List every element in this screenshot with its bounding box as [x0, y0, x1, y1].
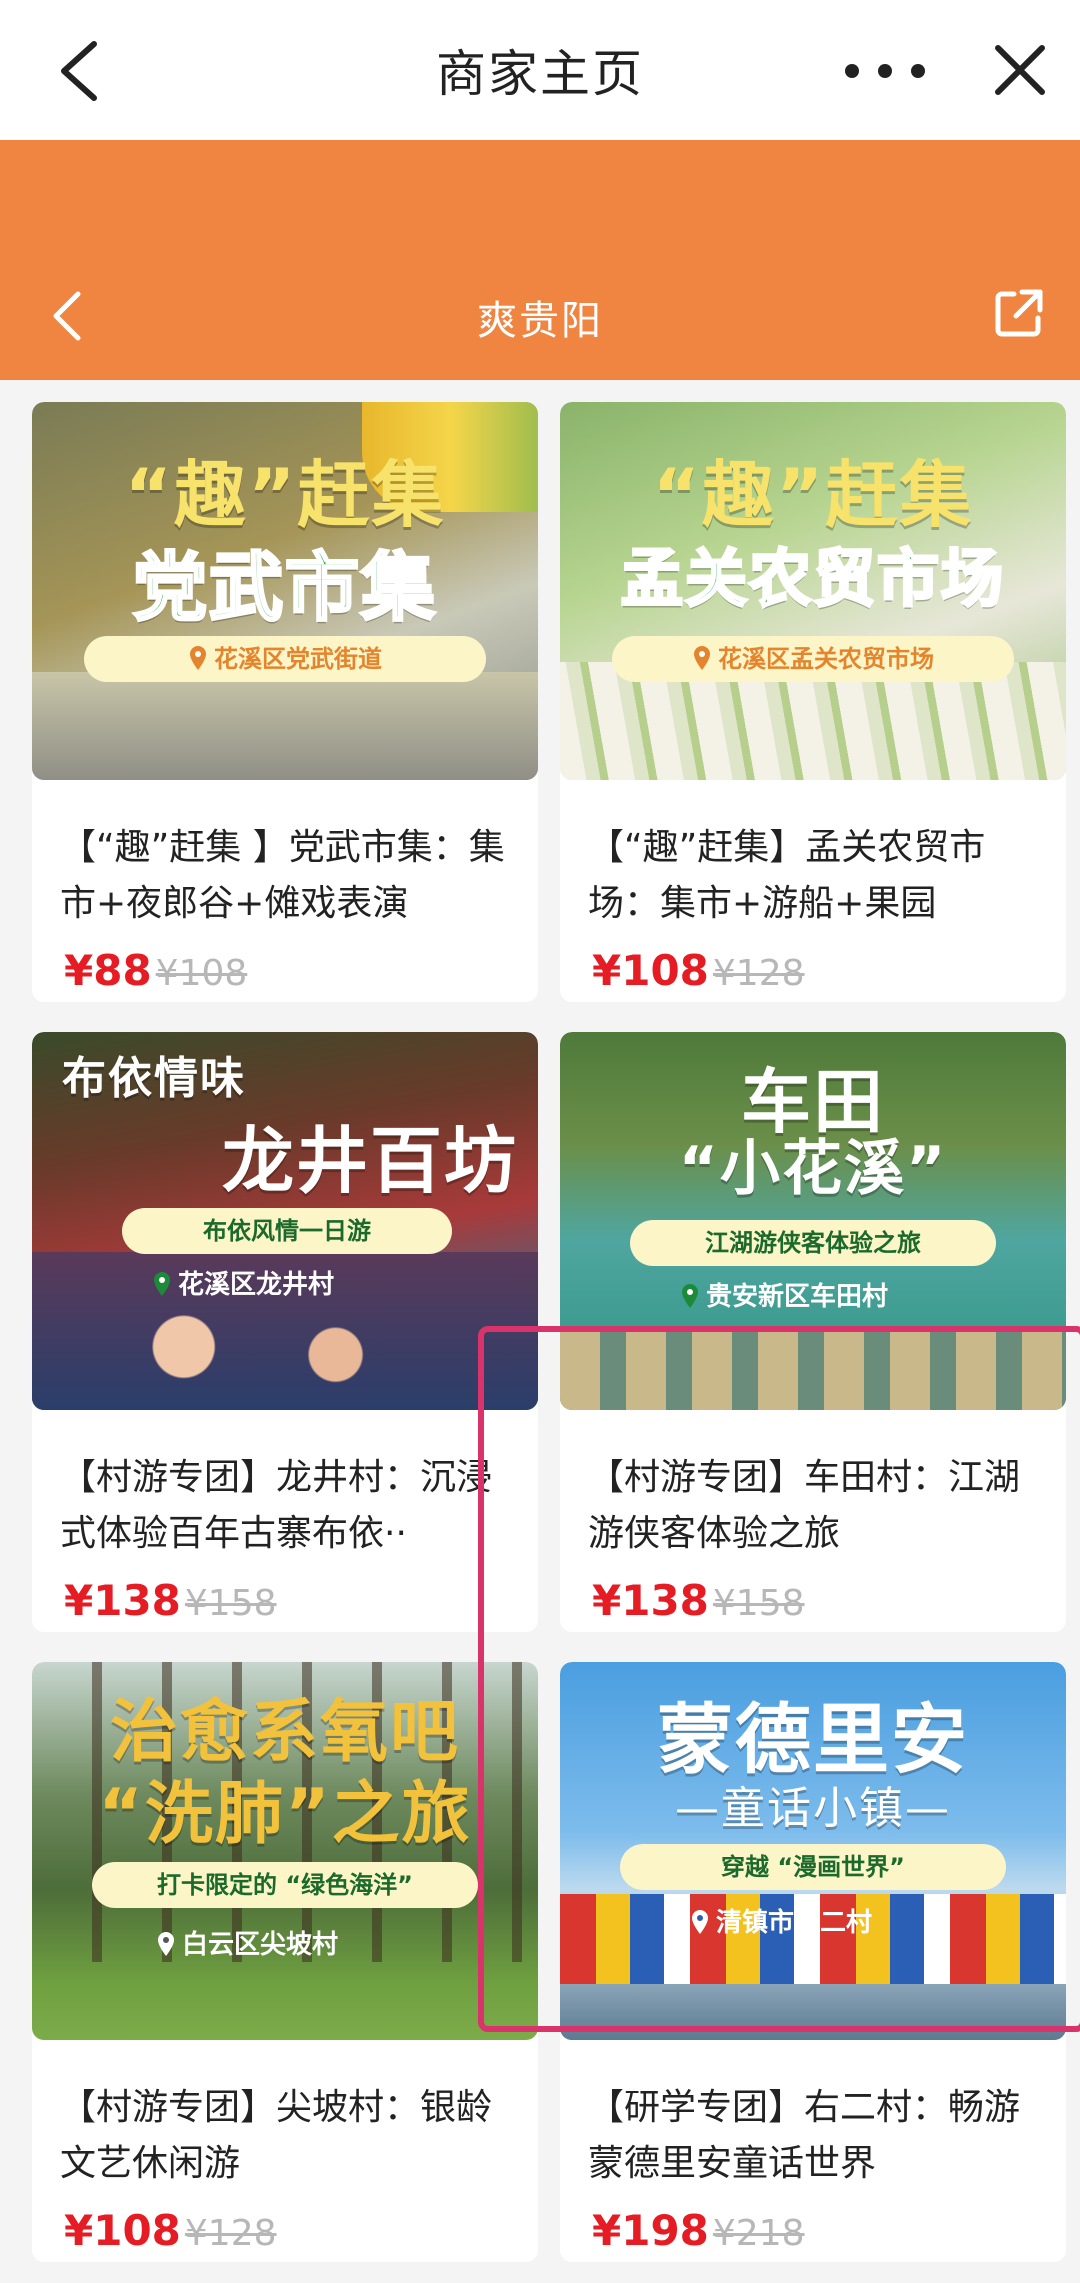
original-price: ¥128 — [712, 953, 805, 994]
poster-location: 花溪区龙井村 — [152, 1264, 334, 1301]
poster-title: 布依情味 — [62, 1053, 246, 1104]
product-image: 布依情味 龙井百坊 布依风情一日游 花溪区龙井村 — [32, 1032, 538, 1410]
product-card[interactable]: 车田 “小花溪” 江湖游侠客体验之旅 贵安新区车田村 【村游专团】车田村：江湖游… — [560, 1032, 1066, 1632]
poster-location-pill: 花溪区党武街道 — [84, 636, 486, 682]
poster-subtitle: 龙井百坊 — [221, 1119, 518, 1203]
product-title: 【村游专团】龙井村：沉浸式体验百年古寨布依·· — [60, 1457, 493, 1554]
product-card[interactable]: “趣”赶集 孟关农贸市场 花溪区孟关农贸市场 【“趣”赶集】孟关农贸市场：集市+… — [560, 402, 1066, 1002]
product-image: “趣”赶集 孟关农贸市场 花溪区孟关农贸市场 — [560, 402, 1066, 780]
poster-location: 贵安新区车田村 — [680, 1276, 888, 1313]
top-nav-bar: 商家主页 — [0, 0, 1080, 140]
product-card[interactable]: 蒙德里安 —童话小镇— 穿越 “漫画世界” 清镇市右二村 【研学专团】右二村：畅… — [560, 1662, 1066, 2262]
original-price: ¥108 — [155, 953, 248, 994]
product-card[interactable]: 治愈系氧吧 “洗肺”之旅 打卡限定的 “绿色海洋” 白云区尖坡村 【村游专团】尖… — [32, 1662, 538, 2262]
location-pin-icon — [190, 646, 206, 670]
product-title: 【研学专团】右二村：畅游蒙德里安童话世界 — [588, 2087, 1021, 2184]
poster-subtitle: 党武市集 — [132, 544, 437, 633]
product-card[interactable]: 布依情味 龙井百坊 布依风情一日游 花溪区龙井村 【村游专团】龙井村：沉浸式体验… — [32, 1032, 538, 1632]
poster-theme-pill: 穿越 “漫画世界” — [620, 1844, 1006, 1890]
poster-subtitle: —童话小镇— — [675, 1783, 951, 1834]
product-card[interactable]: “趣”赶集 党武市集 花溪区党武街道 【“趣”赶集 】党武市集：集市+夜郎谷+傩… — [32, 402, 538, 1002]
poster-subtitle: “洗肺”之旅 — [98, 1775, 472, 1854]
close-icon[interactable] — [990, 40, 1050, 100]
location-pin-icon — [692, 1910, 708, 1934]
poster-theme-pill: 江湖游侠客体验之旅 — [630, 1220, 996, 1266]
poster-location-pill: 花溪区孟关农贸市场 — [612, 636, 1014, 682]
product-title: 【村游专团】尖坡村：银龄文艺休闲游 — [60, 2087, 493, 2184]
original-price: ¥158 — [712, 1583, 805, 1624]
original-price: ¥128 — [184, 2213, 277, 2254]
product-price: ¥88 ¥108 — [64, 946, 248, 995]
product-price: ¥108 ¥128 — [64, 2206, 277, 2255]
original-price: ¥218 — [712, 2213, 805, 2254]
poster-title: “趣”赶集 — [652, 453, 974, 537]
product-image: 治愈系氧吧 “洗肺”之旅 打卡限定的 “绿色海洋” 白云区尖坡村 — [32, 1662, 538, 2040]
poster-title: “趣”赶集 — [124, 453, 446, 537]
product-image: “趣”赶集 党武市集 花溪区党武街道 — [32, 402, 538, 780]
poster-subtitle: “小花溪” — [678, 1134, 948, 1204]
location-pin-icon — [158, 1932, 174, 1956]
poster-theme-pill: 打卡限定的 “绿色海洋” — [92, 1862, 478, 1908]
merchant-name: 爽贵阳 — [477, 298, 603, 344]
product-image: 车田 “小花溪” 江湖游侠客体验之旅 贵安新区车田村 — [560, 1032, 1066, 1410]
poster-location: 白云区尖坡村 — [156, 1924, 338, 1961]
poster-theme-pill: 布依风情一日游 — [122, 1208, 452, 1254]
location-pin-icon — [154, 1272, 170, 1296]
product-image: 蒙德里安 —童话小镇— 穿越 “漫画世界” 清镇市右二村 — [560, 1662, 1066, 2040]
poster-location: 清镇市右二村 — [690, 1902, 872, 1939]
product-grid: “趣”赶集 党武市集 花溪区党武街道 【“趣”赶集 】党武市集：集市+夜郎谷+傩… — [0, 380, 1080, 2283]
poster-subtitle: 孟关农贸市场 — [619, 541, 1005, 617]
product-price: ¥138 ¥158 — [64, 1576, 277, 1625]
product-title: 【“趣”赶集 】党武市集：集市+夜郎谷+傩戏表演 — [60, 827, 505, 924]
merchant-header: 爽贵阳 — [0, 140, 1080, 380]
original-price: ¥158 — [184, 1583, 277, 1624]
product-price: ¥198 ¥218 — [592, 2206, 805, 2255]
location-pin-icon — [682, 1284, 698, 1308]
share-icon[interactable] — [992, 286, 1046, 340]
product-title: 【村游专团】车田村：江湖游侠客体验之旅 — [588, 1457, 1021, 1554]
product-price: ¥138 ¥158 — [592, 1576, 805, 1625]
location-pin-icon — [694, 646, 710, 670]
product-title: 【“趣”赶集】孟关农贸市场：集市+游船+果园 — [588, 827, 986, 924]
product-price: ¥108 ¥128 — [592, 946, 805, 995]
more-dots-icon[interactable] — [840, 56, 930, 86]
